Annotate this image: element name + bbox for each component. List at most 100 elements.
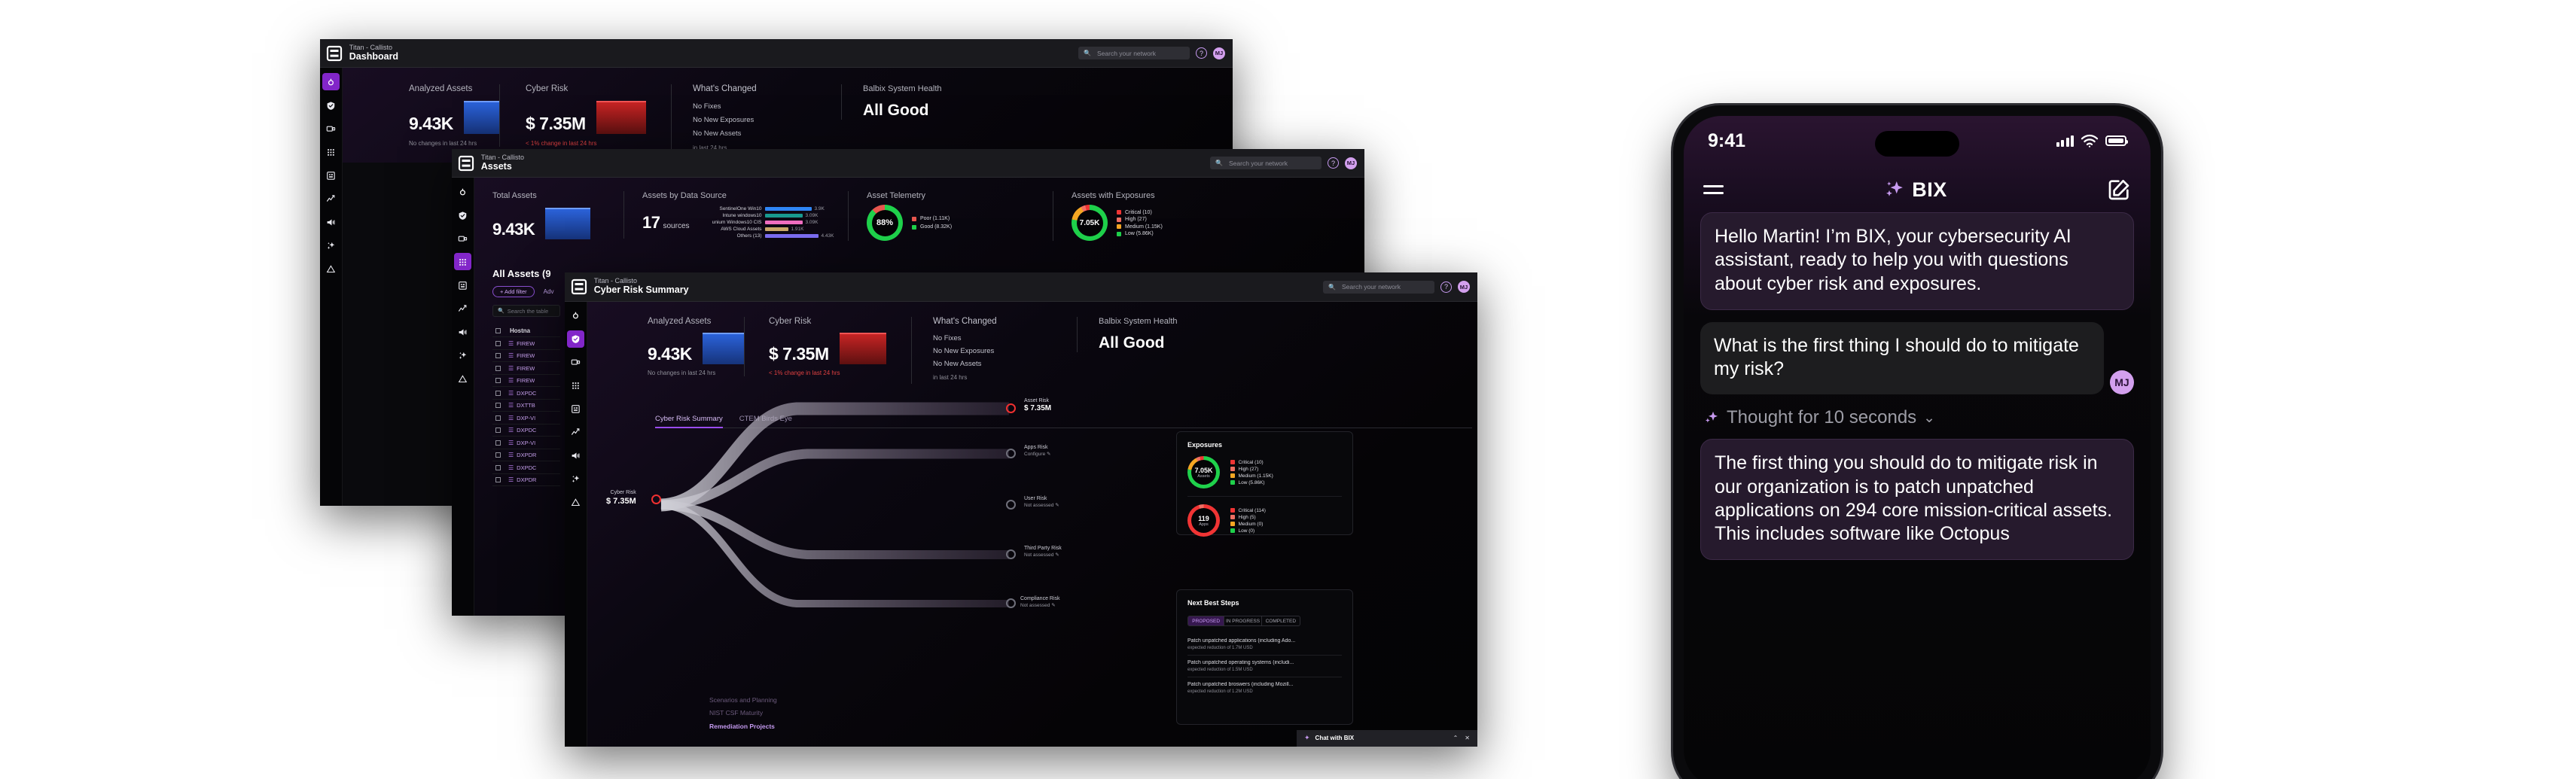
sidebar-item-assets[interactable] (567, 377, 584, 394)
assets-with-exposures[interactable]: Assets with Exposures 7.05K Critical (10… (1053, 191, 1271, 242)
node-compliance-risk-ring[interactable] (1006, 598, 1016, 609)
table-search-input[interactable]: 🔍 Search the table (492, 305, 560, 318)
sidebar-item-reports[interactable] (454, 276, 471, 294)
thought-indicator[interactable]: Thought for 10 seconds ⌄ (1703, 407, 2131, 428)
link-nist-csf-maturity[interactable]: NIST CSF Maturity (709, 707, 777, 720)
telemetry-donut[interactable]: 88% (867, 205, 903, 242)
edit-pencil-icon[interactable]: ✎ (1055, 552, 1059, 558)
sidebar-item-trends[interactable] (567, 424, 584, 441)
branch-value[interactable]: Not assessed ✎ (1024, 502, 1059, 508)
source-row[interactable]: AWS Cloud Assets 1.91K (699, 227, 849, 232)
node-asset-risk-ring[interactable] (1006, 403, 1016, 414)
whats-changed[interactable]: What's Changed No Fixes No New Exposures… (671, 84, 841, 154)
add-filter-button[interactable]: + Add filter (492, 286, 535, 298)
segment-in-progress[interactable]: IN PROGRESS (1224, 616, 1261, 626)
compose-icon[interactable] (2107, 178, 2131, 202)
sidebar-item-risk[interactable] (567, 330, 584, 348)
sidebar-item-bix-ai[interactable] (322, 236, 340, 254)
system-health[interactable]: Balbix System Health All Good (841, 84, 1022, 120)
exposures-apps-donut[interactable]: 119 Apps (1187, 504, 1220, 537)
source-row[interactable]: SentinelOne Win10 3.9K (699, 206, 849, 211)
search-input[interactable]: 🔍 Search your network (1078, 47, 1190, 60)
help-icon[interactable]: ? (1196, 47, 1207, 59)
row-checkbox[interactable] (495, 440, 501, 446)
exposures-assets-donut[interactable]: 7.05K Assets (1187, 456, 1220, 489)
row-checkbox[interactable] (495, 390, 501, 396)
edit-pencil-icon[interactable]: ✎ (1047, 452, 1050, 457)
table-row[interactable]: ☰ DXP-VI (492, 437, 560, 449)
chat-with-bix-bar[interactable]: ✦ Chat with BIX ⌃ ✕ (1297, 729, 1477, 747)
sidebar-item-alerts[interactable] (454, 370, 471, 387)
row-checkbox[interactable] (495, 415, 501, 421)
source-row[interactable]: Others (13) 4.43K (699, 233, 849, 239)
select-all-checkbox[interactable] (495, 327, 501, 333)
risk-sidebar[interactable] (565, 302, 587, 747)
source-row[interactable]: unium Windows10 CIS 3.09K (699, 220, 849, 225)
assets-by-data-source[interactable]: Assets by Data Source 17 sources Sentine… (623, 191, 848, 239)
sidebar-item-devices[interactable] (567, 354, 584, 371)
kpi-total-assets[interactable]: Total Assets 9.43K (474, 191, 623, 240)
branch-value[interactable]: Not assessed ✎ (1024, 552, 1062, 558)
table-row[interactable]: ☰ DXPDR (492, 474, 560, 487)
sidebar-item-trends[interactable] (322, 190, 340, 207)
nbs-segmented-control[interactable]: PROPOSED IN PROGRESS COMPLETED (1187, 616, 1300, 627)
sidebar-item-dashboard[interactable] (567, 307, 584, 324)
row-checkbox[interactable] (495, 477, 501, 483)
sidebar-item-risk[interactable] (322, 96, 340, 114)
sidebar-item-reports[interactable] (567, 400, 584, 418)
row-checkbox[interactable] (495, 428, 501, 434)
table-row[interactable]: ☰ DXPDC (492, 424, 560, 437)
table-row[interactable]: ☰ FIREW (492, 337, 560, 350)
chat-close-icon[interactable]: ✕ (1465, 735, 1470, 741)
link-scenarios-and-planning[interactable]: Scenarios and Planning (709, 694, 777, 707)
sidebar-item-reports[interactable] (322, 166, 340, 184)
avatar[interactable]: MJ (1458, 281, 1470, 294)
asset-telemetry[interactable]: Asset Telemetry 88% Poor (1.11K) Good (8… (848, 191, 1053, 242)
row-checkbox[interactable] (495, 353, 501, 359)
row-checkbox[interactable] (495, 378, 501, 384)
search-input[interactable]: 🔍 Search your network (1210, 157, 1322, 170)
table-row[interactable]: ☰ FIREW (492, 350, 560, 363)
row-checkbox[interactable] (495, 403, 501, 409)
nbs-item[interactable]: Patch unpatched applications (including … (1187, 634, 1342, 655)
sidebar-item-devices[interactable] (322, 120, 340, 137)
avatar[interactable]: MJ (1213, 47, 1225, 59)
nbs-item[interactable]: Patch unpatched operating systems (inclu… (1187, 655, 1342, 677)
segment-proposed[interactable]: PROPOSED (1188, 616, 1224, 626)
help-icon[interactable]: ? (1440, 281, 1452, 293)
table-row[interactable]: ☰ DXP-VI (492, 412, 560, 424)
table-row[interactable]: ☰ FIREW (492, 375, 560, 388)
segment-completed[interactable]: COMPLETED (1261, 616, 1300, 626)
branch-value[interactable]: Configure ✎ (1024, 451, 1050, 457)
node-third-party-risk-ring[interactable] (1006, 549, 1016, 560)
avatar[interactable]: MJ (1345, 157, 1357, 169)
branch-value[interactable]: Not assessed ✎ (1020, 602, 1060, 608)
row-checkbox[interactable] (495, 365, 501, 371)
window-cyber-risk-summary[interactable]: Titan - Callisto Cyber Risk Summary 🔍 Se… (565, 272, 1477, 747)
table-row[interactable]: ☰ DXPDR (492, 449, 560, 462)
row-checkbox[interactable] (495, 340, 501, 346)
node-cyber-risk-ring[interactable] (651, 494, 661, 505)
sidebar-item-dashboard[interactable] (454, 183, 471, 200)
exposures-donut[interactable]: 7.05K (1072, 205, 1108, 242)
nbs-item[interactable]: Patch unpatched broswers (including Mozi… (1187, 677, 1342, 698)
sidebar-item-announcements[interactable] (322, 213, 340, 230)
menu-icon[interactable] (1703, 181, 1724, 199)
sidebar-item-bix-ai[interactable] (454, 346, 471, 364)
sidebar-item-assets[interactable] (322, 143, 340, 160)
kpi-cyber-risk[interactable]: Cyber Risk $ 7.35M < 1% change in last 2… (499, 84, 671, 148)
sidebar-item-dashboard[interactable] (322, 73, 340, 91)
edit-pencil-icon[interactable]: ✎ (1055, 503, 1059, 508)
sidebar-item-bix-ai[interactable] (567, 470, 584, 488)
kpi-analyzed-assets[interactable]: Analyzed Assets 9.43K No changes in last… (343, 84, 499, 147)
help-icon[interactable]: ? (1328, 157, 1339, 169)
row-checkbox[interactable] (495, 464, 501, 470)
sidebar-item-announcements[interactable] (567, 447, 584, 464)
dashboard-sidebar[interactable] (320, 68, 343, 506)
node-user-risk-ring[interactable] (1006, 500, 1016, 510)
sidebar-item-assets[interactable] (454, 253, 471, 271)
node-apps-risk-ring[interactable] (1006, 449, 1016, 459)
sidebar-item-alerts[interactable] (322, 260, 340, 277)
search-input[interactable]: 🔍 Search your network (1323, 280, 1434, 294)
assets-sidebar[interactable] (452, 178, 474, 616)
